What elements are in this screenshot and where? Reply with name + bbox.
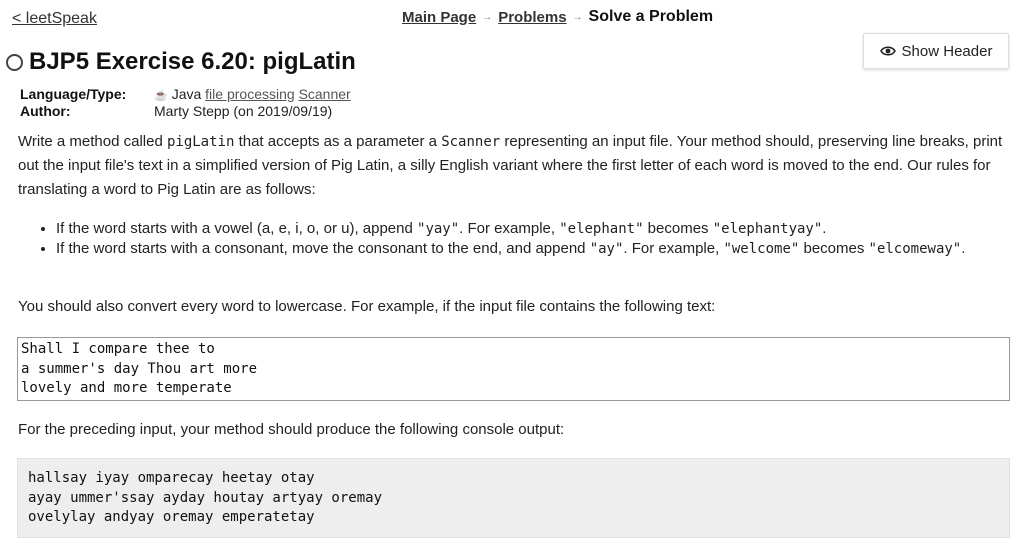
expected-output-box: hallsay iyay omparecay heetay otay ayay …	[17, 458, 1010, 538]
lowercase-paragraph: You should also convert every word to lo…	[18, 298, 716, 315]
rules-list: If the word starts with a vowel (a, e, i…	[18, 219, 1016, 259]
description-paragraph: Write a method called pigLatin that acce…	[18, 133, 1003, 198]
breadcrumb-current: Solve a Problem	[588, 8, 714, 25]
list-item: If the word starts with a vowel (a, e, i…	[56, 219, 1016, 239]
breadcrumb-main-page[interactable]: Main Page	[402, 9, 476, 26]
java-icon: ☕	[154, 90, 168, 102]
radio-empty-icon	[6, 53, 23, 71]
problem-meta: Language/Type: ☕ Java file processing Sca…	[20, 86, 351, 120]
breadcrumb-arrow-icon: →	[482, 11, 493, 23]
meta-language-value: ☕ Java file processing Scanner	[154, 86, 351, 103]
meta-author-value: Marty Stepp (on 2019/09/19)	[154, 103, 333, 119]
language-name: Java	[171, 86, 202, 102]
list-item: If the word starts with a consonant, mov…	[56, 239, 1016, 259]
back-link[interactable]: < leetSpeak	[12, 10, 97, 28]
eye-icon	[879, 46, 896, 56]
tag-file-processing[interactable]: file processing	[205, 86, 295, 102]
show-header-button[interactable]: Show Header	[863, 33, 1009, 69]
output-intro-paragraph: For the preceding input, your method sho…	[18, 421, 565, 438]
meta-language-row: Language/Type: ☕ Java file processing Sca…	[20, 86, 351, 103]
inline-code: pigLatin	[166, 134, 235, 150]
tag-scanner[interactable]: Scanner	[299, 86, 351, 102]
problem-title-row: BJP5 Exercise 6.20: pigLatin	[6, 48, 356, 76]
breadcrumb-problems[interactable]: Problems	[498, 9, 566, 26]
breadcrumb: Main Page → Problems → Solve a Problem	[402, 8, 713, 26]
meta-author-row: Author: Marty Stepp (on 2019/09/19)	[20, 103, 351, 120]
sample-input-box: Shall I compare thee to a summer's day T…	[17, 337, 1010, 401]
meta-author-label: Author:	[20, 103, 71, 119]
breadcrumb-arrow-icon: →	[572, 11, 583, 23]
inline-code: Scanner	[441, 134, 501, 150]
page-title: BJP5 Exercise 6.20: pigLatin	[29, 48, 356, 75]
show-header-label: Show Header	[901, 42, 993, 60]
meta-language-label: Language/Type:	[20, 86, 127, 102]
